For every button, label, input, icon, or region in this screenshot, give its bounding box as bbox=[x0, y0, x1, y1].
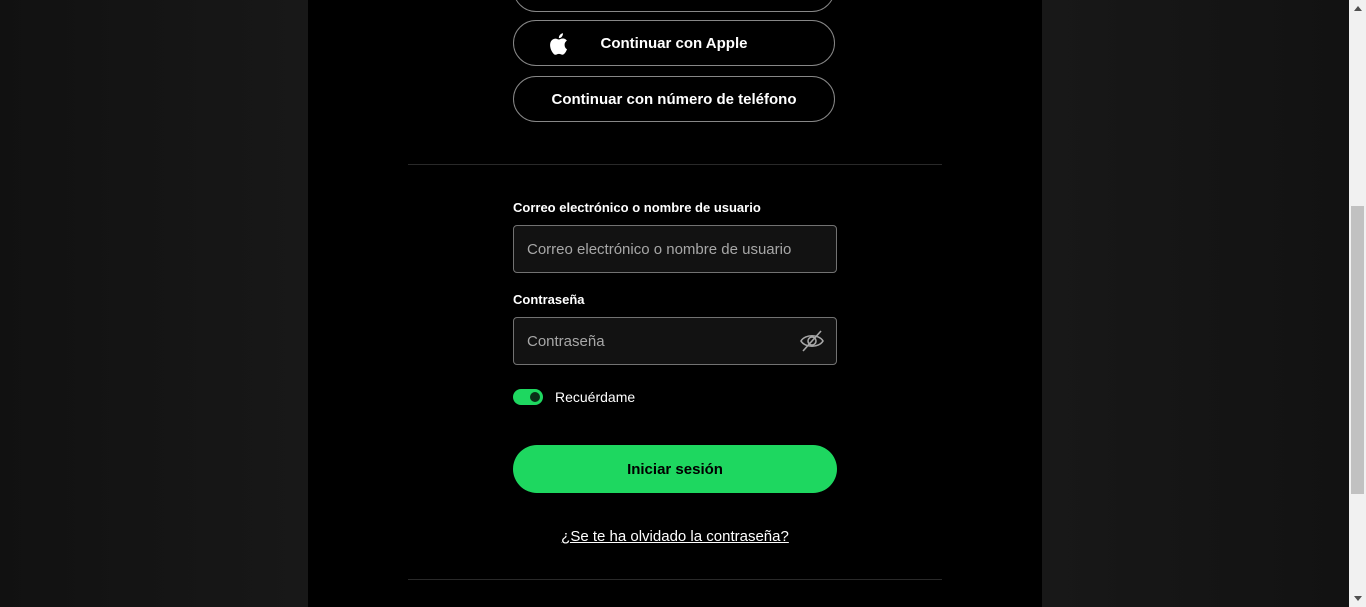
continue-phone-button[interactable]: Continuar con número de teléfono bbox=[513, 76, 835, 122]
page-background-left bbox=[0, 0, 308, 607]
login-button[interactable]: Iniciar sesión bbox=[513, 445, 837, 493]
continue-apple-label: Continuar con Apple bbox=[600, 34, 748, 52]
forgot-password-link[interactable]: ¿Se te ha olvidado la contraseña? bbox=[513, 528, 837, 545]
scroll-down-icon[interactable] bbox=[1349, 590, 1366, 607]
password-field[interactable] bbox=[513, 317, 837, 365]
bottom-divider bbox=[408, 579, 942, 580]
email-label: Correo electrónico o nombre de usuario bbox=[513, 200, 761, 215]
scrollbar[interactable] bbox=[1349, 0, 1366, 607]
continue-phone-label: Continuar con número de teléfono bbox=[551, 90, 797, 108]
scroll-up-icon[interactable] bbox=[1349, 0, 1366, 17]
page-background-right bbox=[1042, 0, 1349, 607]
remember-me-toggle[interactable] bbox=[513, 389, 543, 405]
email-field[interactable] bbox=[513, 225, 837, 273]
continue-apple-button[interactable]: Continuar con Apple bbox=[513, 20, 835, 66]
eye-slash-icon[interactable] bbox=[799, 328, 825, 354]
apple-icon bbox=[547, 32, 569, 56]
toggle-knob bbox=[530, 392, 540, 402]
continue-google-button[interactable] bbox=[513, 0, 835, 12]
scrollbar-thumb[interactable] bbox=[1351, 206, 1364, 494]
password-label: Contraseña bbox=[513, 292, 585, 307]
section-divider bbox=[408, 164, 942, 165]
remember-me-label: Recuérdame bbox=[555, 389, 636, 405]
